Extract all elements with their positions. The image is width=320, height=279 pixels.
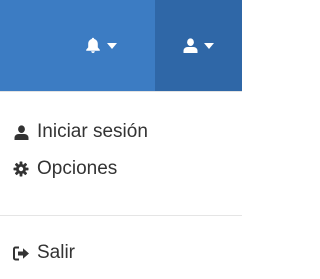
user-dropdown-toggle[interactable] xyxy=(155,0,242,91)
gear-icon xyxy=(12,160,30,178)
menu-item-label: Salir xyxy=(37,242,76,263)
user-dropdown-menu: Iniciar sesión Opciones Salir xyxy=(0,91,242,279)
menu-divider xyxy=(0,215,242,216)
caret-down-icon xyxy=(107,42,117,49)
sign-out-icon xyxy=(12,244,30,262)
menu-item-login[interactable]: Iniciar sesión xyxy=(0,114,242,150)
menu-item-options[interactable]: Opciones xyxy=(0,151,242,187)
menu-item-label: Iniciar sesión xyxy=(37,121,148,142)
menu-item-logout[interactable]: Salir xyxy=(0,235,242,271)
menu-item-label: Opciones xyxy=(37,158,118,179)
user-icon xyxy=(12,123,30,141)
notifications-dropdown-toggle[interactable] xyxy=(47,0,155,91)
user-icon xyxy=(183,38,198,53)
top-navbar xyxy=(0,0,242,91)
caret-down-icon xyxy=(204,42,214,49)
bell-icon xyxy=(86,37,100,54)
